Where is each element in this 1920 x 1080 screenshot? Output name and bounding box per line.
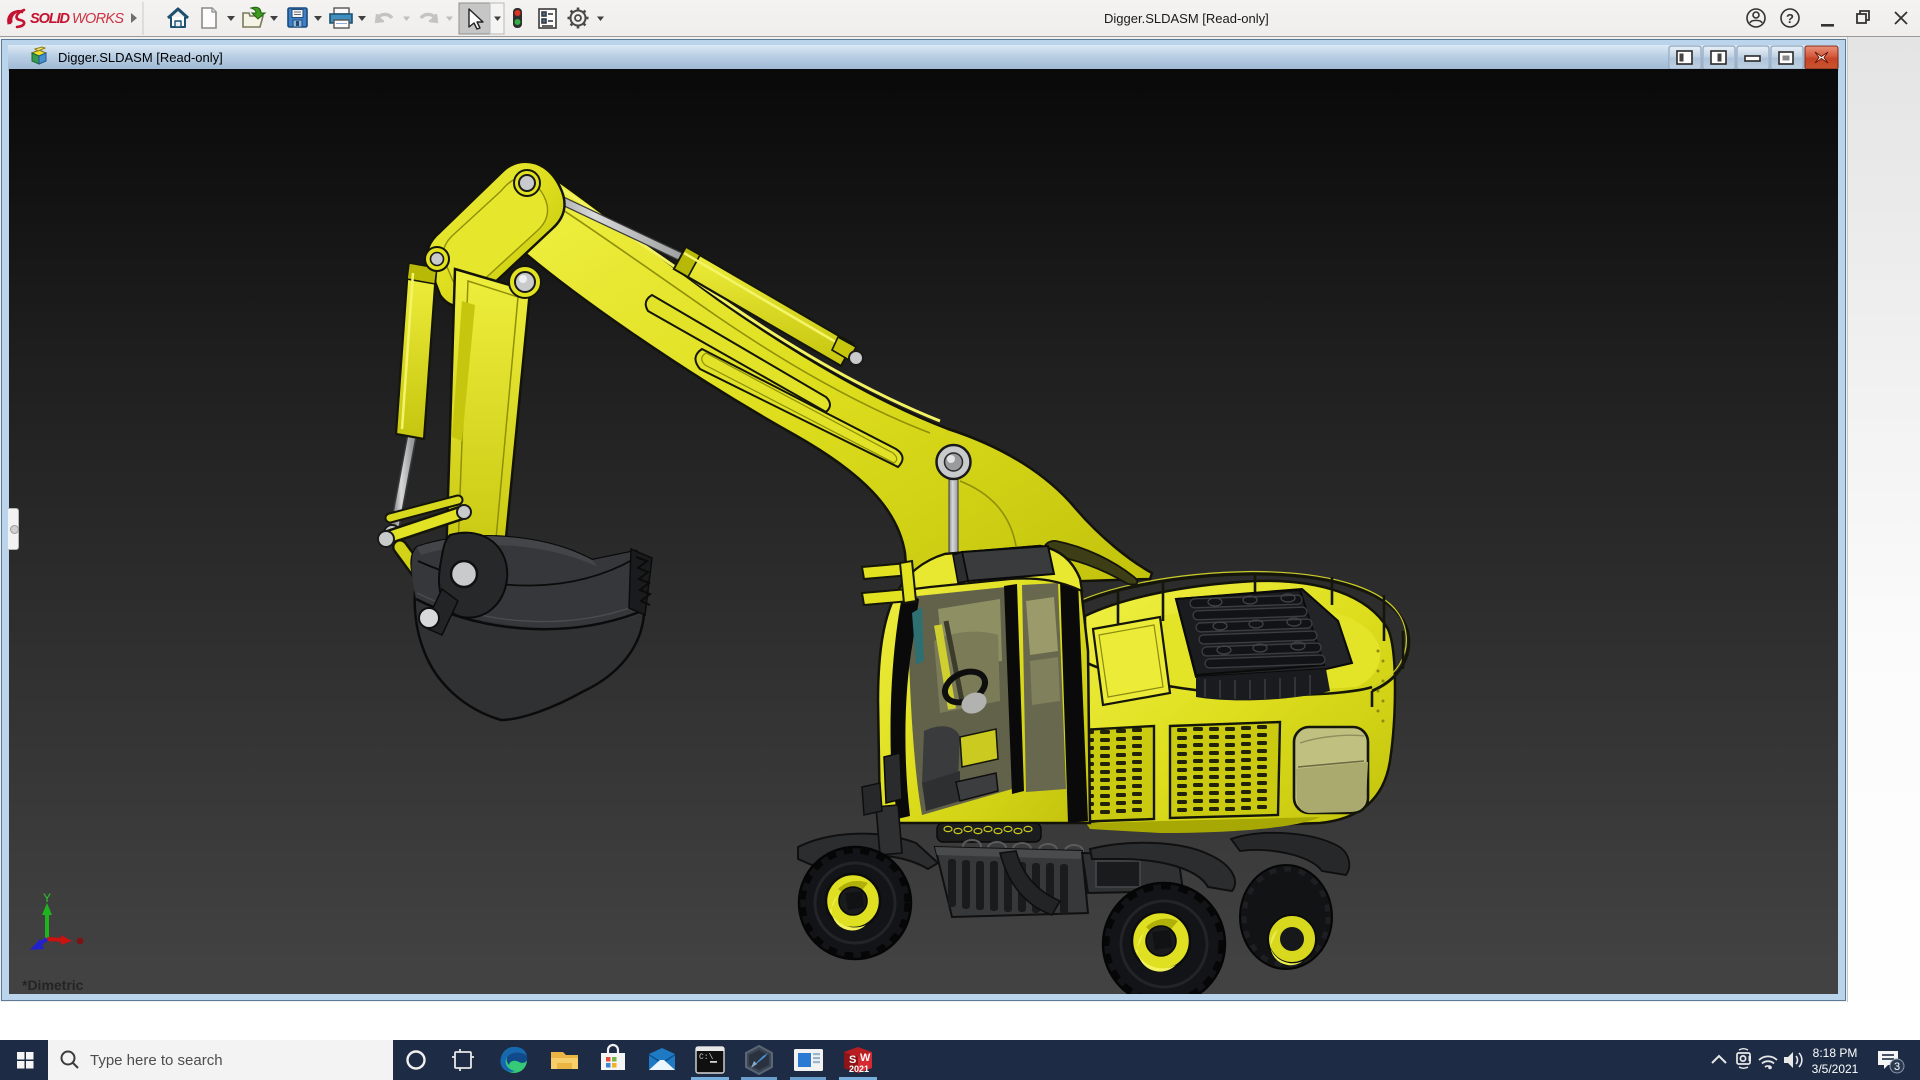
svg-text:Y: Y [43,891,51,905]
svg-text:Type here to search: Type here to search [90,1052,223,1069]
svg-text:3/5/2021: 3/5/2021 [1812,1062,1859,1076]
svg-text:3: 3 [1894,1061,1900,1073]
svg-text:8:18 PM: 8:18 PM [1813,1046,1858,1060]
svg-text:C:\: C:\ [699,1053,714,1062]
svg-text:*Dimetric: *Dimetric [22,977,84,993]
svg-text:W: W [860,1052,871,1064]
svg-text:?: ? [1786,11,1794,26]
svg-text:Digger.SLDASM [Read-only]: Digger.SLDASM [Read-only] [58,50,223,65]
svg-text:SOLID: SOLID [30,11,71,27]
svg-text:WORKS: WORKS [72,11,124,27]
svg-text:2021: 2021 [849,1064,869,1074]
